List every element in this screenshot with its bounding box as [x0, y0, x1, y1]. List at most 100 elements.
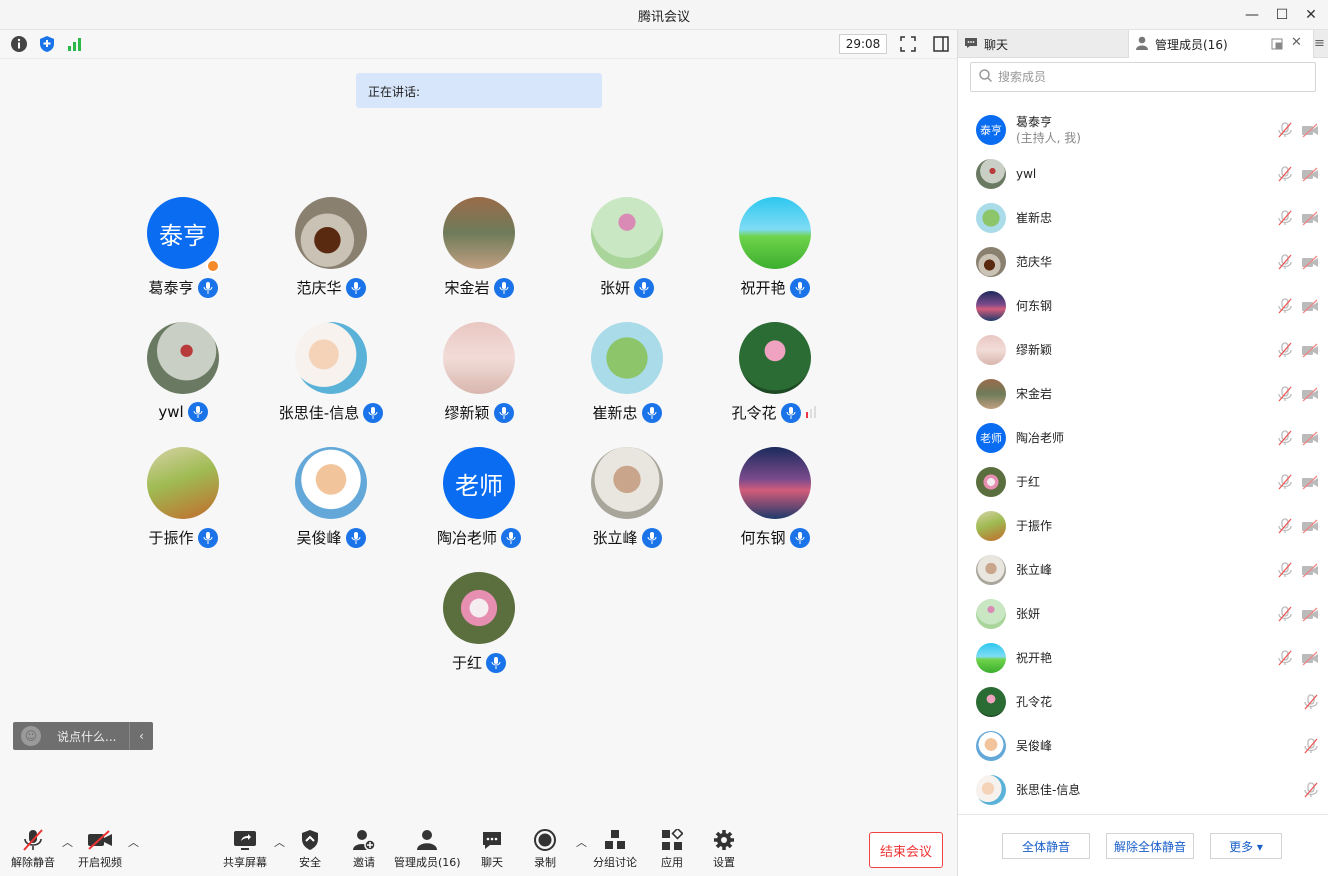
member-row[interactable]: 泰亨 葛泰亨 (主持人, 我)	[958, 108, 1328, 152]
member-row[interactable]: 崔新忠	[958, 196, 1328, 240]
video-off-icon[interactable]	[1301, 386, 1319, 406]
video-off-icon[interactable]	[1301, 518, 1319, 538]
participant-tile[interactable]: 宋金岩	[404, 197, 554, 298]
video-options-chevron-icon[interactable]: ︿	[128, 834, 139, 850]
invite-button[interactable]: 邀请	[350, 828, 378, 870]
mic-muted-icon[interactable]	[1277, 518, 1293, 538]
participant-tile[interactable]: 吴俊峰	[256, 447, 406, 548]
maximize-icon[interactable]: ☐	[1271, 4, 1293, 26]
security-shield-icon[interactable]	[38, 35, 56, 53]
search-input[interactable]	[998, 70, 1298, 84]
breakout-rooms-button[interactable]: 分组讨论	[592, 828, 638, 870]
settings-button[interactable]: 设置	[711, 828, 737, 870]
member-row[interactable]: 宋金岩	[958, 372, 1328, 416]
manage-members-button[interactable]: 管理成员(16)	[394, 828, 461, 870]
tab-chat[interactable]: 聊天	[958, 30, 1128, 58]
mic-muted-icon[interactable]	[1277, 386, 1293, 406]
minimize-icon[interactable]: —	[1241, 4, 1263, 26]
mic-muted-icon[interactable]	[1277, 474, 1293, 494]
unmute-button[interactable]: 解除静音	[10, 828, 56, 870]
video-off-icon[interactable]	[1301, 562, 1319, 582]
participant-tile[interactable]: 何东钢	[700, 447, 850, 548]
quick-chat-box[interactable]: ☺ 说点什么... ‹	[13, 722, 153, 750]
participant-tile[interactable]: 张思佳-信息	[256, 322, 406, 423]
mic-muted-icon[interactable]	[1277, 430, 1293, 450]
participant-tile[interactable]: 缪新颖	[404, 322, 554, 423]
mic-muted-icon[interactable]	[1277, 254, 1293, 274]
member-row[interactable]: 张立峰	[958, 548, 1328, 592]
member-row[interactable]: 张妍	[958, 592, 1328, 636]
member-row[interactable]: ywl	[958, 152, 1328, 196]
member-row[interactable]: 缪新颖	[958, 328, 1328, 372]
video-off-icon[interactable]	[1303, 782, 1319, 802]
mic-muted-icon[interactable]	[1277, 562, 1293, 582]
member-name: 何东钢	[1016, 299, 1053, 313]
record-options-chevron-icon[interactable]: ︿	[576, 834, 587, 850]
participant-tile[interactable]: ywl	[108, 322, 258, 422]
video-off-icon[interactable]	[1301, 474, 1319, 494]
member-row[interactable]: 于红	[958, 460, 1328, 504]
chat-placeholder[interactable]: 说点什么...	[57, 728, 129, 745]
participant-tile[interactable]: 张妍	[552, 197, 702, 298]
video-off-icon[interactable]	[1301, 430, 1319, 450]
participant-tile[interactable]: 崔新忠	[552, 322, 702, 423]
video-off-icon[interactable]	[1301, 606, 1319, 626]
mic-muted-icon[interactable]	[1277, 650, 1293, 670]
tab-members[interactable]: 管理成员(16) ✕	[1128, 30, 1314, 58]
security-button[interactable]: 安全	[296, 828, 324, 870]
participant-tile[interactable]: 于振作	[108, 447, 258, 548]
member-search[interactable]	[970, 62, 1316, 92]
video-off-icon[interactable]	[1303, 694, 1319, 714]
unmute-all-button[interactable]: 解除全体静音	[1106, 833, 1194, 859]
video-off-icon[interactable]	[1301, 298, 1319, 318]
fullscreen-icon[interactable]	[899, 35, 917, 53]
mic-muted-icon[interactable]	[1277, 210, 1293, 230]
info-icon[interactable]	[10, 35, 28, 53]
close-tab-icon[interactable]: ✕	[1291, 35, 1302, 50]
member-row[interactable]: 于振作	[958, 504, 1328, 548]
record-button[interactable]: 录制	[532, 828, 558, 870]
mute-all-button[interactable]: 全体静音	[1002, 833, 1090, 859]
member-row[interactable]: 张思佳-信息	[958, 768, 1328, 812]
member-row[interactable]: 范庆华	[958, 240, 1328, 284]
mic-muted-icon[interactable]	[1277, 298, 1293, 318]
chat-button[interactable]: 聊天	[479, 828, 505, 870]
member-row[interactable]: 祝开艳	[958, 636, 1328, 680]
participant-tile[interactable]: 老师 陶冶老师	[404, 447, 554, 548]
mic-muted-icon[interactable]	[1277, 166, 1293, 186]
sidebar-toggle-icon[interactable]	[932, 35, 950, 53]
member-row[interactable]: 孔令花	[958, 680, 1328, 724]
video-off-icon[interactable]	[1301, 122, 1319, 142]
member-row[interactable]: 何东钢	[958, 284, 1328, 328]
share-options-chevron-icon[interactable]: ︿	[274, 834, 285, 850]
video-off-icon[interactable]	[1301, 166, 1319, 186]
close-icon[interactable]: ✕	[1300, 4, 1322, 26]
video-off-icon[interactable]	[1301, 254, 1319, 274]
share-screen-button[interactable]: 共享屏幕	[222, 828, 268, 870]
end-meeting-button[interactable]: 结束会议	[869, 832, 943, 868]
collapse-chevron-icon[interactable]: ‹	[129, 722, 153, 750]
video-off-icon[interactable]	[1301, 650, 1319, 670]
popout-icon[interactable]	[1271, 38, 1283, 53]
more-button[interactable]: 更多 ▾	[1210, 833, 1282, 859]
emoji-icon[interactable]: ☺	[21, 726, 41, 746]
participant-tile[interactable]: 于红	[404, 572, 554, 673]
member-row[interactable]: 老师 陶冶老师	[958, 416, 1328, 460]
mic-muted-icon[interactable]	[1277, 342, 1293, 362]
video-off-icon[interactable]	[1303, 738, 1319, 758]
start-video-button[interactable]: 开启视频	[76, 828, 124, 870]
participant-tile[interactable]: 张立峰	[552, 447, 702, 548]
mic-muted-icon[interactable]	[1277, 122, 1293, 142]
network-signal-icon[interactable]	[66, 35, 84, 53]
participant-tile[interactable]: 祝开艳	[700, 197, 850, 298]
participant-tile[interactable]: 范庆华	[256, 197, 406, 298]
video-off-icon[interactable]	[1301, 210, 1319, 230]
apps-button[interactable]: 应用	[659, 828, 685, 870]
member-row[interactable]: 吴俊峰	[958, 724, 1328, 768]
menu-icon[interactable]: ≡	[1314, 36, 1325, 51]
video-off-icon[interactable]	[1301, 342, 1319, 362]
audio-options-chevron-icon[interactable]: ︿	[62, 834, 73, 850]
participant-tile[interactable]: 孔令花	[700, 322, 850, 423]
participant-tile[interactable]: 泰亨 葛泰亨	[108, 197, 258, 298]
mic-muted-icon[interactable]	[1277, 606, 1293, 626]
